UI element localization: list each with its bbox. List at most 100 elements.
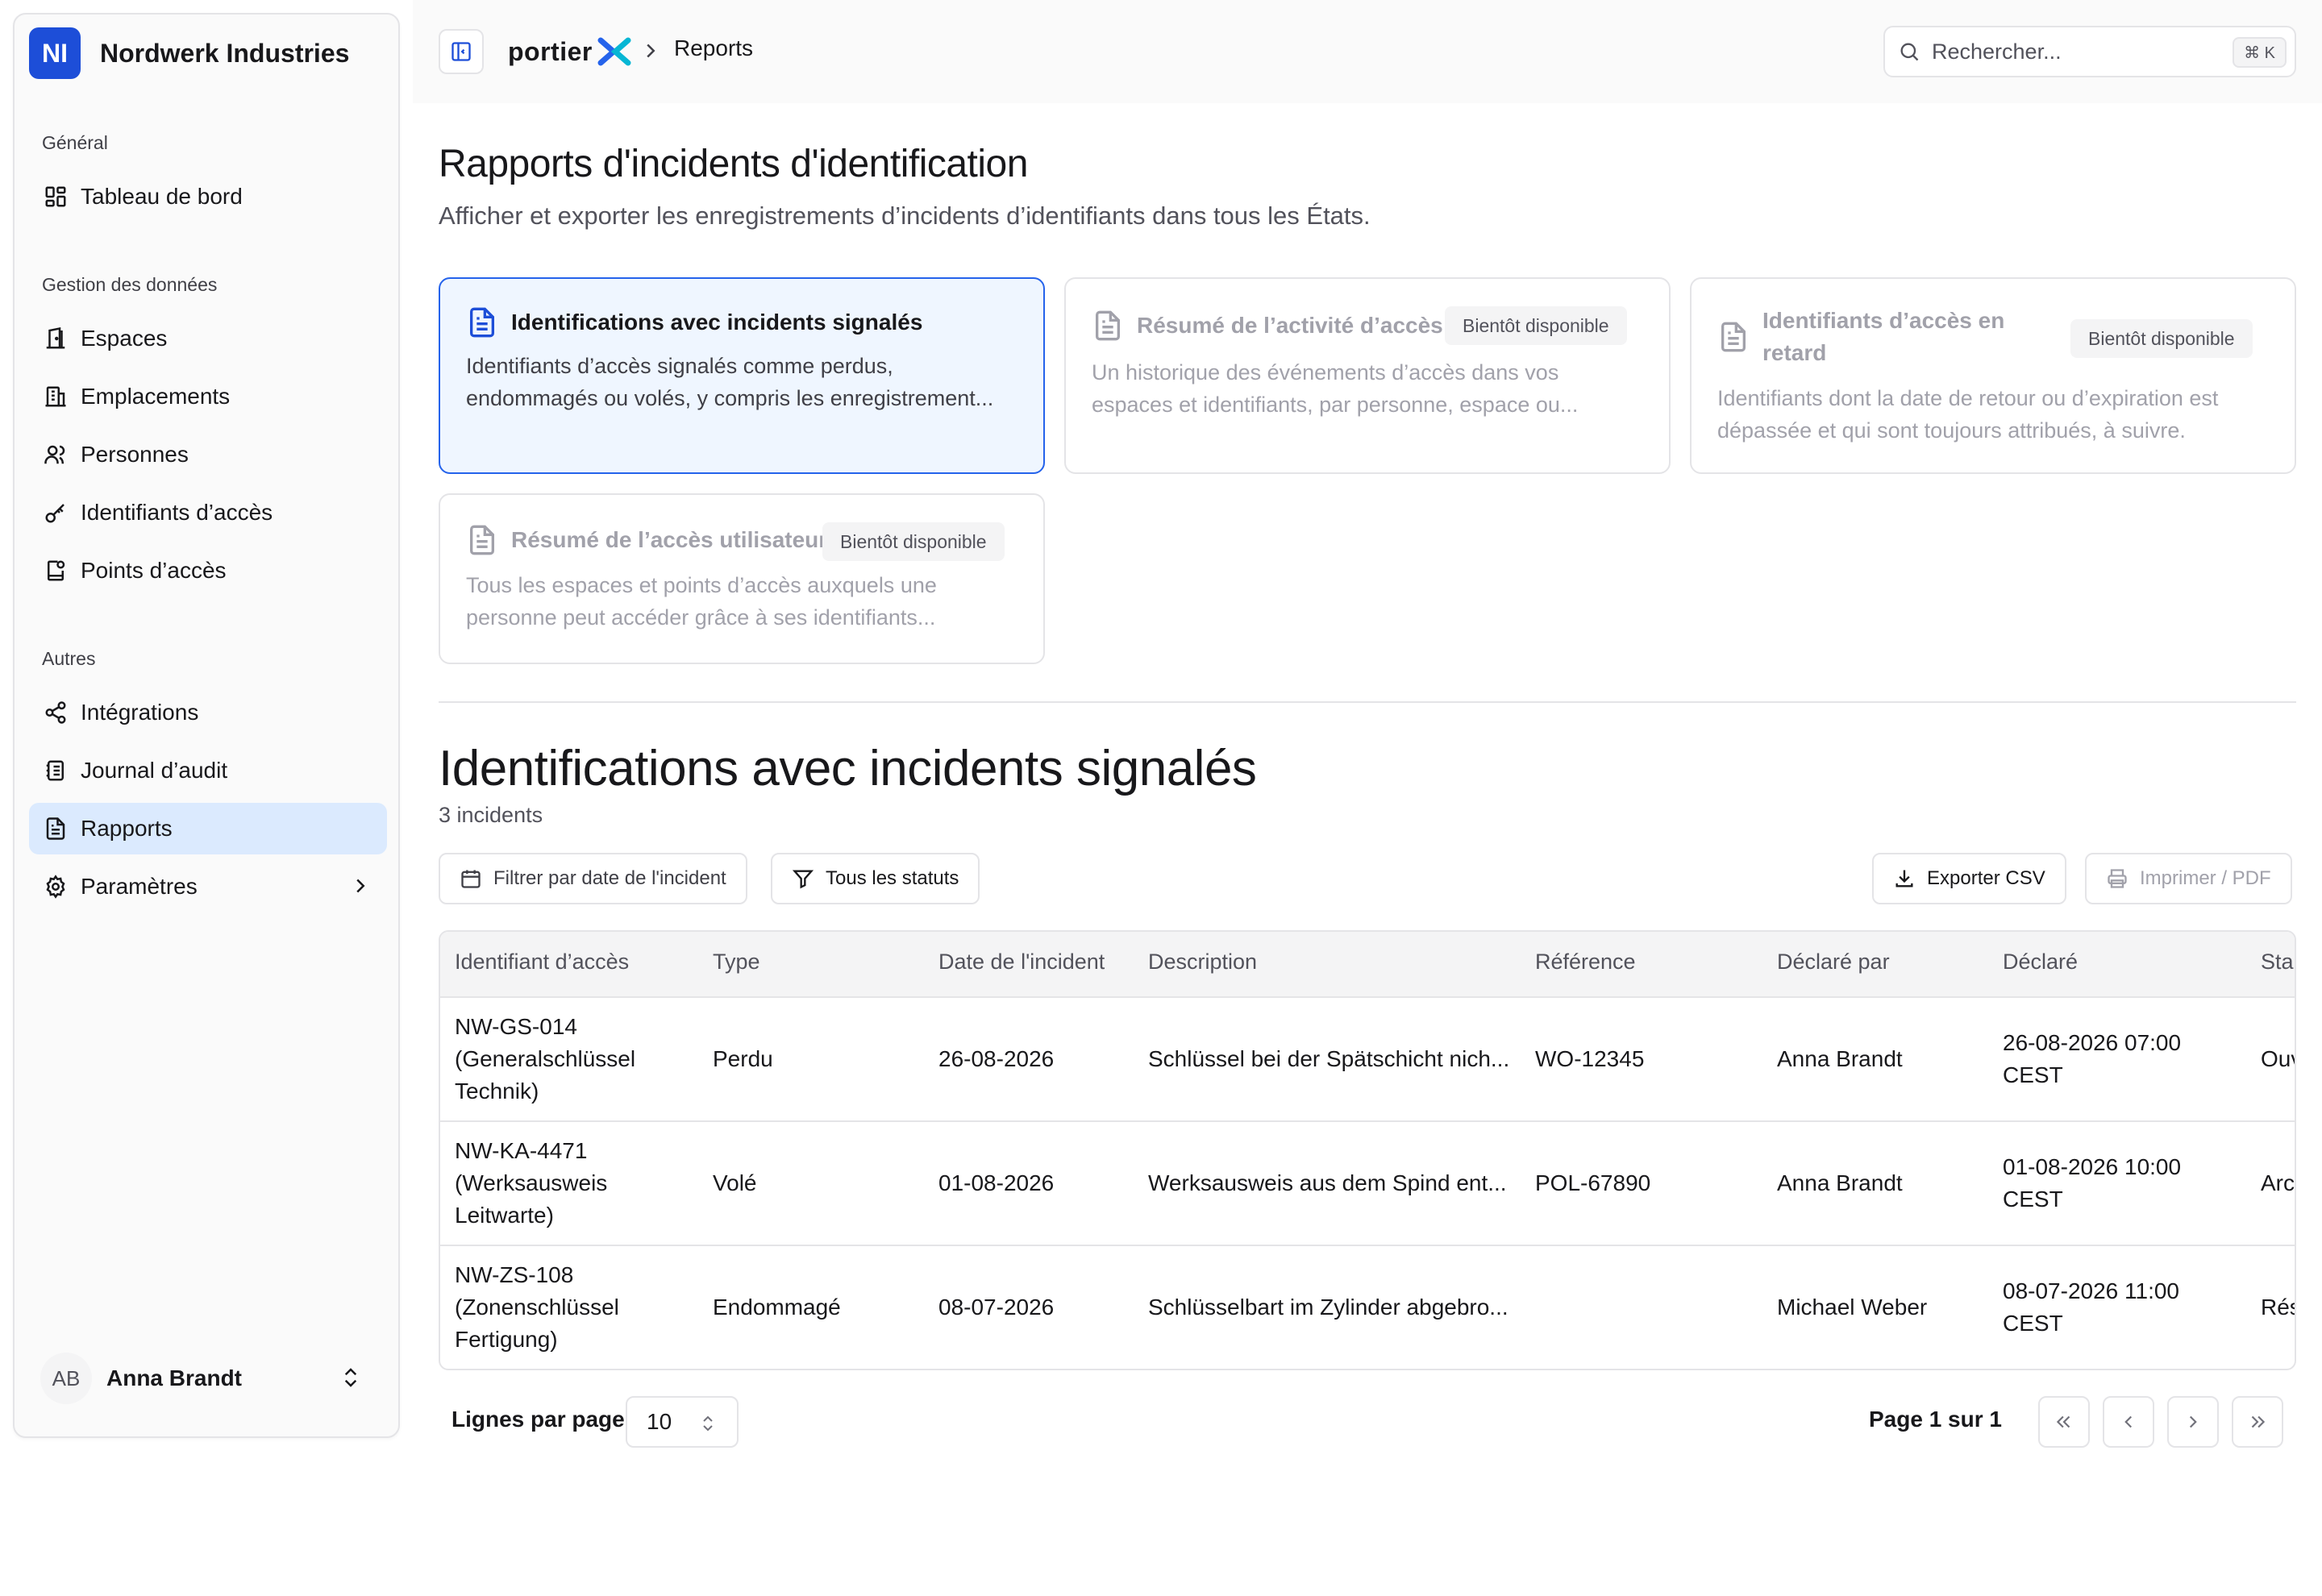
chevrons-up-down-icon [339,1365,363,1390]
sidebar-item-audit-log[interactable]: Journal d’audit [29,745,387,796]
sidebar: NI Nordwerk Industries Général Tableau d… [13,13,400,1438]
cell-type: Volé [713,1170,757,1195]
cell-credential: NW-ZS-108 (Zonenschlüssel Fertigung) [455,1262,619,1352]
user-menu[interactable]: AB Anna Brandt [40,1351,379,1406]
key-icon [42,499,69,526]
cell-status: Rés [2261,1295,2295,1320]
file-text-icon [1092,310,1124,342]
notebook-icon [42,757,69,784]
cell-reference: POL-67890 [1535,1170,1651,1195]
cell-reported-at: 08-07-2026 11:00 CEST [2003,1278,2179,1336]
sidebar-item-label: Tableau de bord [81,184,243,209]
sidebar-item-credentials[interactable]: Identifiants d’accès [29,487,387,538]
sidebar-toggle-button[interactable] [439,29,484,74]
cell-description: Schlüsselbart im Zylinder abgebro... [1148,1295,1508,1320]
report-card-title: Identifications avec incidents signalés [511,310,923,335]
sidebar-item-label: Identifiants d’accès [81,500,273,525]
page-title: Rapports d'incidents d'identification [439,143,1028,185]
report-card-title: Résumé de l’accès utilisateur [511,527,828,552]
incidents-table: Identifiant d’accès Type Date de l'incid… [439,930,2296,1370]
search-input[interactable]: Rechercher... ⌘ K [1883,26,2296,77]
export-csv-button[interactable]: Exporter CSV [1872,853,2066,904]
chevrons-right-icon [2247,1411,2268,1432]
chevrons-left-icon [2054,1411,2074,1432]
last-page-button[interactable] [2232,1396,2283,1448]
cell-reference: WO-12345 [1535,1046,1645,1071]
breadcrumb-separator-icon [639,39,663,63]
filter-status-label: Tous les statuts [826,867,959,889]
search-placeholder: Rechercher... [1932,39,2062,64]
table-row[interactable]: NW-KA-4471 (Werksausweis Leitwarte) Volé… [440,1122,2295,1246]
cell-reported-at: 26-08-2026 07:00 CEST [2003,1030,2182,1087]
sidebar-toggle-icon [450,40,472,63]
report-card-desc: Identifiants d’accès signalés comme perd… [466,354,994,410]
first-page-button[interactable] [2038,1396,2090,1448]
report-card-user-access: Résumé de l’accès utilisateur Bientôt di… [439,493,1045,664]
sidebar-item-dashboard[interactable]: Tableau de bord [29,171,387,222]
sidebar-item-people[interactable]: Personnes [29,429,387,480]
coming-soon-badge: Bientôt disponible [822,522,1005,561]
sidebar-item-integrations[interactable]: Intégrations [29,687,387,738]
filter-date-label: Filtrer par date de l'incident [493,867,726,889]
org-switcher[interactable]: NI Nordwerk Industries [29,27,349,79]
table-row[interactable]: NW-ZS-108 (Zonenschlüssel Fertigung) End… [440,1246,2295,1369]
column-header[interactable]: Type [713,950,760,975]
rows-per-page-value: 10 [647,1409,672,1434]
sidebar-item-label: Intégrations [81,700,199,725]
column-header[interactable]: Date de l'incident [938,950,1105,975]
sidebar-item-label: Journal d’audit [81,758,228,783]
chevrons-up-down-icon [698,1414,718,1433]
filter-date-button[interactable]: Filtrer par date de l'incident [439,853,747,904]
cell-date: 08-07-2026 [938,1295,1055,1320]
gear-icon [42,873,69,900]
sidebar-item-reports[interactable]: Rapports [29,803,387,854]
cell-status: Ouv [2261,1046,2295,1071]
page-info: Page 1 sur 1 [1869,1407,2002,1432]
sidebar-item-locations[interactable]: Emplacements [29,371,387,422]
cell-date: 26-08-2026 [938,1046,1055,1071]
cell-reported-at: 01-08-2026 10:00 CEST [2003,1154,2182,1212]
sidebar-item-access-points[interactable]: Points d’accès [29,545,387,596]
report-card-incidents[interactable]: Identifications avec incidents signalés … [439,277,1045,474]
next-page-button[interactable] [2167,1396,2219,1448]
sidebar-item-label: Personnes [81,442,189,467]
column-header[interactable]: Sta [2261,950,2294,975]
previous-page-button[interactable] [2103,1396,2154,1448]
printer-icon [2106,867,2128,890]
filter-status-button[interactable]: Tous les statuts [771,853,980,904]
report-card-title: Résumé de l’activité d’accès [1137,313,1443,338]
section-divider [439,701,2296,703]
column-header[interactable]: Identifiant d’accès [455,950,629,975]
column-header[interactable]: Déclaré [2003,950,2078,975]
brand-logo[interactable]: portier [508,32,631,71]
sidebar-item-spaces[interactable]: Espaces [29,313,387,364]
print-pdf-button[interactable]: Imprimer / PDF [2085,853,2292,904]
chevron-right-icon [348,874,372,898]
column-header[interactable]: Description [1148,950,1257,975]
org-name: Nordwerk Industries [100,38,350,68]
cell-credential: NW-GS-014 (Generalschlüssel Technik) [455,1014,636,1103]
coming-soon-badge: Bientôt disponible [1445,306,1627,345]
rows-per-page-select[interactable]: 10 [626,1396,739,1448]
cell-reported-by: Michael Weber [1777,1295,1928,1320]
sidebar-item-label: Points d’accès [81,558,227,583]
report-card-desc: Identifiants dont la date de retour ou d… [1717,386,2219,443]
breadcrumb[interactable]: Reports [674,35,753,61]
column-header[interactable]: Déclaré par [1777,950,1890,975]
cell-credential: NW-KA-4471 (Werksausweis Leitwarte) [455,1138,608,1228]
cell-type: Endommagé [713,1295,841,1320]
report-card-desc: Un historique des événements d’accès dan… [1092,360,1579,417]
sidebar-item-label: Paramètres [81,874,198,899]
table-header: Identifiant d’accès Type Date de l'incid… [440,932,2295,998]
table-row[interactable]: NW-GS-014 (Generalschlüssel Technik) Per… [440,998,2295,1122]
access-point-icon [42,557,69,584]
sidebar-item-settings[interactable]: Paramètres [29,861,387,912]
cell-description: Schlüssel bei der Spätschicht nich... [1148,1046,1510,1071]
column-header[interactable]: Référence [1535,950,1636,975]
share-icon [42,699,69,726]
search-icon [1898,40,1920,63]
cell-reported-by: Anna Brandt [1777,1170,1903,1195]
cell-type: Perdu [713,1046,773,1071]
user-name: Anna Brandt [106,1365,242,1390]
chevron-left-icon [2118,1411,2139,1432]
